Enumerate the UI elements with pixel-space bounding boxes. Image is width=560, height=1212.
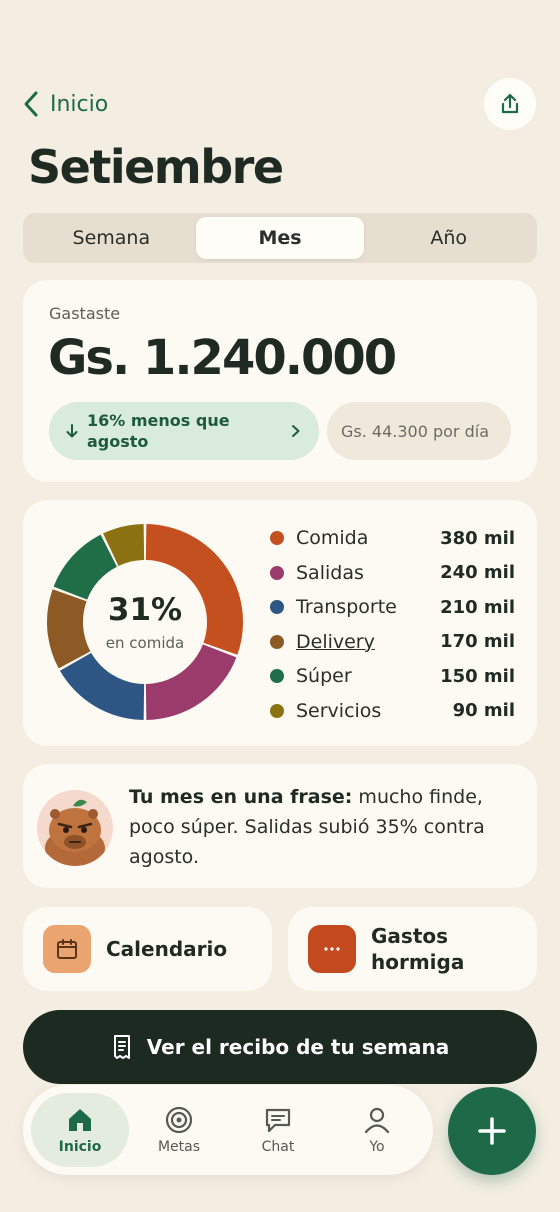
ant-expenses-card[interactable]: Gastos hormiga xyxy=(288,907,537,991)
phrase-bold: Tu mes en una frase: xyxy=(129,786,353,808)
legend-row-comida[interactable]: Comida 380 mil xyxy=(270,521,515,556)
breakdown-legend: Comida 380 mil Salidas 240 mil Transporte 210… xyxy=(270,521,515,728)
tab-inicio-label: Inicio xyxy=(58,1139,102,1155)
more-dots-icon xyxy=(324,947,340,951)
bottom-tab-bar: Inicio Metas Chat Yo xyxy=(23,1085,433,1175)
tab-metas-label: Metas xyxy=(157,1139,201,1155)
tab-metas[interactable]: Metas xyxy=(130,1093,228,1167)
legend-name: Súper xyxy=(296,665,352,688)
legend-value: 240 mil xyxy=(440,562,515,584)
tab-inicio[interactable]: Inicio xyxy=(31,1093,129,1167)
calendar-label: Calendario xyxy=(106,937,228,961)
share-icon xyxy=(501,93,519,114)
receipt-icon xyxy=(113,1035,130,1059)
chat-icon xyxy=(265,1108,291,1133)
legend-dot xyxy=(270,669,284,684)
donut-center-label: en comida xyxy=(105,634,185,652)
phrase-card: Tu mes en una frase: mucho finde, poco s… xyxy=(23,764,537,888)
tab-chat[interactable]: Chat xyxy=(229,1093,327,1167)
tab-yo[interactable]: Yo xyxy=(328,1093,426,1167)
donut-center-value: 31% xyxy=(107,592,183,628)
plus-icon xyxy=(478,1117,506,1145)
donut-slice-salidas[interactable] xyxy=(145,644,237,720)
legend-row-delivery[interactable]: Delivery 170 mil xyxy=(270,625,515,660)
tab-semana[interactable]: Semana xyxy=(27,217,196,259)
back-button[interactable]: Inicio xyxy=(22,86,108,122)
legend-row-servicios[interactable]: Servicios 90 mil xyxy=(270,694,515,729)
legend-name: Delivery xyxy=(296,630,375,653)
weekly-receipt-button[interactable]: Ver el recibo de tu semana xyxy=(23,1010,537,1084)
legend-name: Salidas xyxy=(296,561,364,584)
comparison-pill[interactable]: 16% menos que agosto xyxy=(49,402,319,460)
legend-value: 210 mil xyxy=(440,596,515,618)
calendar-icon xyxy=(57,939,77,959)
legend-row-súper[interactable]: Súper 150 mil xyxy=(270,659,515,694)
legend-dot xyxy=(270,634,284,649)
tab-ano[interactable]: Año xyxy=(364,217,533,259)
spent-label: Gastaste xyxy=(49,304,121,323)
page-title: Setiembre xyxy=(28,140,284,194)
tab-yo-label: Yo xyxy=(369,1139,385,1155)
back-label: Inicio xyxy=(50,91,109,117)
per-day-pill: Gs. 44.300 por día xyxy=(327,402,511,460)
legend-value: 90 mil xyxy=(452,700,515,722)
tab-chat-label: Chat xyxy=(261,1139,295,1155)
capybara-icon xyxy=(45,799,105,866)
legend-row-salidas[interactable]: Salidas 240 mil xyxy=(270,556,515,591)
per-day-text: Gs. 44.300 por día xyxy=(341,421,489,441)
home-icon xyxy=(69,1109,91,1131)
legend-row-transporte[interactable]: Transporte 210 mil xyxy=(270,590,515,625)
legend-dot xyxy=(270,531,284,546)
receipt-button-label: Ver el recibo de tu semana xyxy=(146,1035,450,1059)
legend-value: 380 mil xyxy=(440,527,515,549)
breakdown-card: 31% en comida Comida 380 mil Salidas 240 mi… xyxy=(23,500,537,746)
legend-value: 170 mil xyxy=(440,631,515,653)
phrase-text: Tu mes en una frase: mucho finde, poco s… xyxy=(129,782,521,872)
share-button[interactable] xyxy=(484,78,536,130)
ant-expenses-icon-box xyxy=(308,925,356,973)
legend-dot xyxy=(270,600,284,615)
arrow-down-icon xyxy=(66,424,78,438)
legend-name: Comida xyxy=(296,527,369,550)
chevron-right-icon xyxy=(292,425,300,437)
donut-slice-súper[interactable] xyxy=(53,534,117,600)
capybara-avatar xyxy=(37,790,113,866)
legend-name: Servicios xyxy=(296,699,382,722)
chevron-left-icon xyxy=(24,91,38,117)
calendar-card[interactable]: Calendario xyxy=(23,907,272,991)
comparison-text: 16% menos que agosto xyxy=(87,411,230,451)
top-bar: Inicio xyxy=(0,76,560,132)
spent-card: Gastaste Gs. 1.240.000 16% menos que ago… xyxy=(23,280,537,482)
tab-mes[interactable]: Mes xyxy=(195,217,365,259)
legend-dot xyxy=(270,703,284,718)
target-icon xyxy=(165,1106,193,1134)
ant-expenses-label: Gastos hormiga xyxy=(371,924,465,974)
user-icon xyxy=(364,1107,390,1134)
legend-value: 150 mil xyxy=(440,665,515,687)
period-selector: Semana Mes Año xyxy=(23,213,537,263)
calendar-icon-box xyxy=(43,925,91,973)
legend-name: Transporte xyxy=(296,596,397,619)
add-expense-button[interactable] xyxy=(448,1087,536,1175)
spent-amount: Gs. 1.240.000 xyxy=(48,330,397,386)
legend-dot xyxy=(270,565,284,580)
donut-slice-transporte[interactable] xyxy=(59,652,145,720)
